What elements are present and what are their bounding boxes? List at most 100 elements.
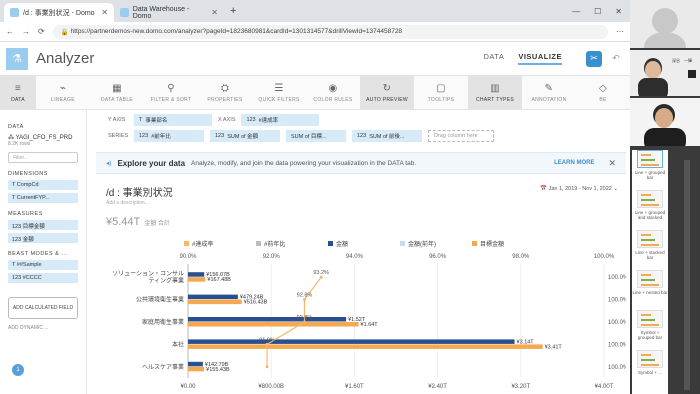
mode-switch: DATA VISUALIZE	[483, 52, 562, 65]
chart-type-option[interactable]: Line + grouped bar	[632, 150, 668, 190]
bar	[188, 277, 206, 282]
series-label: SERIES	[108, 133, 129, 139]
more-icon[interactable]: ⋯	[616, 27, 624, 36]
legend-swatch	[256, 241, 261, 246]
app-header: ⚗ Analyzer DATA VISUALIZE ✂ ↶	[0, 42, 630, 76]
toolbar-icon: ≡	[14, 82, 22, 94]
tools-icon[interactable]: ✂	[586, 50, 602, 67]
bar	[188, 272, 205, 277]
toolbar-label: DATA	[11, 96, 25, 103]
url-field[interactable]: 🔒 https://partnerdemos-new.domo.com/anal…	[52, 24, 608, 39]
tab-data[interactable]: DATA	[483, 52, 504, 65]
series-chip[interactable]: SUM of 目標...	[286, 130, 346, 142]
toolbar-icon: ↻	[382, 82, 392, 94]
bar-data-label: ¥1.64T	[361, 322, 379, 328]
scrollbar[interactable]	[684, 160, 690, 390]
toolbar-properties[interactable]: ⛭ PROPERTIES	[198, 76, 252, 109]
reload-icon[interactable]: ⟳	[38, 27, 45, 36]
toolbar-color-rules[interactable]: ◉ COLOR RULES	[306, 76, 360, 109]
chart-type-option[interactable]: Line + nested bar	[632, 270, 668, 310]
field-filter-input[interactable]: Filter...	[8, 152, 78, 163]
chart-type-label: Symbol + ...	[638, 370, 662, 375]
browser-tab-2[interactable]: Data Warehouse - Domo ✕	[114, 3, 224, 22]
beast-mode-field[interactable]: T ##Sample	[8, 260, 78, 270]
add-calculated-field-button[interactable]: ADD CALCULATED FIELD	[8, 297, 78, 319]
card-title[interactable]: /d : 事業別状況	[106, 184, 173, 199]
toolbar-label: DATA TABLE	[100, 96, 134, 103]
chart-type-option[interactable]: Line + grouped and stacked	[632, 190, 668, 230]
measure-field[interactable]: 123 金額	[8, 233, 78, 243]
toolbar-quick-filters[interactable]: ☰ QUICK FILTERS	[252, 76, 306, 109]
category-label: 家庭用衛生事業	[142, 318, 184, 326]
back-icon[interactable]: ←	[6, 27, 14, 36]
person-face-icon	[645, 61, 661, 79]
close-icon[interactable]: ✕	[211, 8, 218, 17]
toolbar-data[interactable]: ≡ DATA	[0, 76, 36, 109]
bar	[188, 344, 543, 349]
toolbar-tooltips[interactable]: ▢ TOOLTIPS	[414, 76, 468, 109]
browser-tab-1[interactable]: /d : 事業別状況 - Domo ✕	[4, 3, 114, 22]
dimension-field[interactable]: T CompCd	[8, 180, 78, 190]
toolbar-annotation[interactable]: ✎ ANNOTATION	[522, 76, 576, 109]
dataset-name[interactable]: ⁂ YAGI_CFO_FS_PRD	[8, 134, 78, 141]
analyzer-logo-icon: ⚗	[6, 47, 28, 70]
toolbar-label: FILTER & SORT	[150, 96, 192, 103]
learn-more-link[interactable]: LEARN MORE	[554, 160, 594, 166]
yaxis-chip[interactable]: T 事業部名	[134, 114, 212, 126]
measure-field[interactable]: 123 目標金額	[8, 220, 78, 230]
tab-bar: /d : 事業別状況 - Domo ✕ Data Warehouse - Dom…	[0, 0, 630, 22]
bottom-tick-label: ¥3.20T	[511, 384, 530, 390]
bar	[188, 317, 347, 322]
xaxis-chip[interactable]: 123 #達成率	[241, 114, 320, 126]
chart-type-option[interactable]: Symbol + grouped bar	[632, 310, 668, 350]
series-chip[interactable]: 123 SUM of 金額	[210, 130, 280, 142]
close-icon[interactable]: ✕	[101, 8, 108, 17]
toolbar-be[interactable]: ◇ BE	[576, 76, 630, 109]
forward-icon[interactable]: →	[22, 27, 30, 36]
avatar[interactable]: 1	[12, 364, 24, 376]
domo-favicon-icon	[120, 8, 129, 17]
close-icon[interactable]: ✕	[608, 158, 616, 169]
beast-mode-field[interactable]: 123 #CCCC	[8, 273, 78, 283]
right-tick-label: 100.0%	[608, 298, 626, 304]
person-body-icon	[644, 128, 686, 146]
tab-visualize[interactable]: VISUALIZE	[518, 52, 562, 65]
bottom-tick-label: ¥1.60T	[345, 384, 364, 390]
address-bar: ← → ⟳ 🔒 https://partnerdemos-new.domo.co…	[0, 22, 630, 42]
explore-banner: ◂) Explore your data Analyze, modify, an…	[96, 152, 626, 174]
toolbar-auto-preview[interactable]: ↻ AUTO PREVIEW	[360, 76, 414, 109]
close-window-icon[interactable]: ✕	[615, 7, 622, 16]
maximize-icon[interactable]: ☐	[594, 7, 601, 16]
series-chip[interactable]: 123 SUM of 前後...	[352, 130, 422, 142]
date-range-picker[interactable]: 📅 Jan 1, 2019 - Nov 1, 2022 ⌄	[540, 186, 618, 192]
person-face-icon	[655, 108, 673, 128]
legend-label: #達成率	[192, 240, 213, 248]
add-dynamic-unit[interactable]: ADD DYNAMIC ...	[8, 325, 78, 331]
webcam-name: 深谷 一輝	[672, 58, 692, 63]
undo-icon[interactable]: ↶	[608, 51, 624, 67]
series-chip[interactable]: 123 #前年比	[134, 130, 204, 142]
bar	[188, 366, 205, 372]
toolbar-lineage[interactable]: ⌁ LINEAGE	[36, 76, 90, 109]
toolbar-chart-types[interactable]: ▥ CHART TYPES	[468, 76, 522, 109]
category-label: 本社	[172, 340, 184, 348]
bottom-tick-label: ¥800.00B	[258, 384, 284, 390]
toolbar-data-table[interactable]: ▦ DATA TABLE	[90, 76, 144, 109]
toolbar-label: CHART TYPES	[475, 96, 515, 103]
toolbar-filter-sort[interactable]: ⚲ FILTER & SORT	[144, 76, 198, 109]
toolbar-icon: ⌁	[59, 82, 67, 94]
dimensions-label: DIMENSIONS	[8, 171, 48, 177]
yaxis-label: Y AXIS	[108, 117, 126, 123]
dimension-field[interactable]: T CurrentFYP...	[8, 193, 78, 203]
series-drop-target[interactable]: Drag column here	[428, 130, 494, 142]
toolbar-icon: ◇	[599, 82, 607, 94]
line-data-label: 91.9%	[259, 337, 275, 343]
minimize-icon[interactable]: —	[572, 7, 580, 16]
chart-type-option[interactable]: Line + stacked bar	[632, 230, 668, 270]
chart-type-option[interactable]: Symbol + ...	[632, 350, 668, 390]
dataset-rows: 8.2K rows	[8, 141, 31, 147]
new-tab-icon[interactable]: +	[230, 5, 236, 17]
user-silhouette-icon	[644, 32, 686, 48]
card-description[interactable]: Add a description...	[106, 200, 149, 206]
toolbar-icon: ☰	[274, 82, 284, 94]
